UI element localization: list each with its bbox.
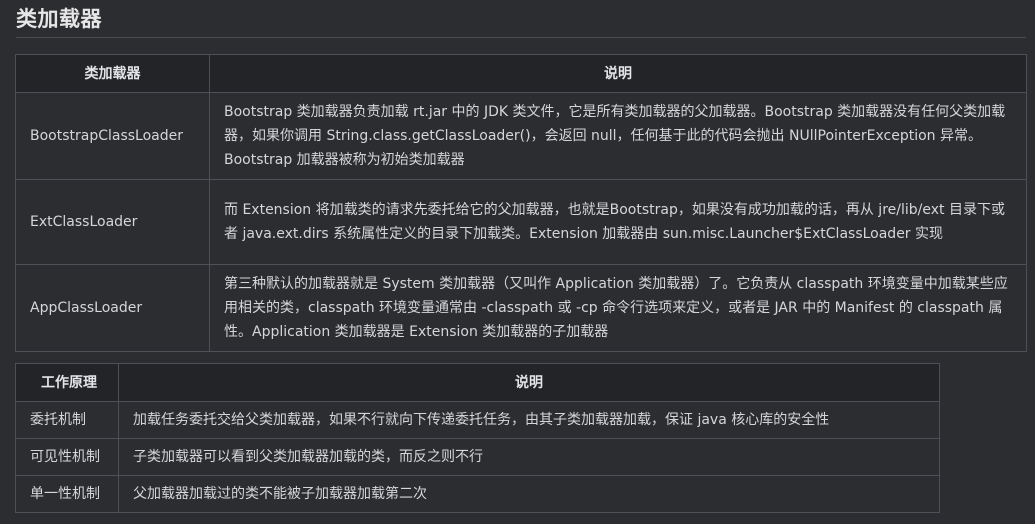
loader-name-cell: BootstrapClassLoader [15,92,210,180]
principle-name-cell: 委托机制 [15,401,119,439]
principle-description-cell: 父加载器加载过的类不能被子加载器加载第二次 [118,475,940,513]
column-header-principle: 工作原理 [15,363,119,402]
loader-description-cell: 而 Extension 将加载类的请求先委托给它的父加载器，也就是Bootstr… [209,179,1027,265]
loader-name-cell: AppClassLoader [15,264,210,352]
principle-name-cell: 单一性机制 [15,475,119,513]
table-row: AppClassLoader 第三种默认的加载器就是 System 类加载器（又… [15,264,1027,352]
table-header-row: 类加载器 说明 [15,54,1027,93]
class-loaders-table: 类加载器 说明 BootstrapClassLoader Bootstrap 类… [15,54,1027,352]
title-divider [16,37,1026,38]
principle-name-cell: 可见性机制 [15,438,119,476]
table-row: ExtClassLoader 而 Extension 将加载类的请求先委托给它的… [15,179,1027,265]
working-principles-table: 工作原理 说明 委托机制 加载任务委托交给父类加载器，如果不行就向下传递委托任务… [15,363,940,513]
page-title: 类加载器 [16,7,102,31]
table-header-row: 工作原理 说明 [15,363,940,402]
table-row: 可见性机制 子类加载器可以看到父类加载器加载的类，而反之则不行 [15,438,940,476]
page: 类加载器 类加载器 说明 BootstrapClassLoader Bootst… [0,0,1035,524]
principle-description-cell: 子类加载器可以看到父类加载器加载的类，而反之则不行 [118,438,940,476]
loader-description-cell: 第三种默认的加载器就是 System 类加载器（又叫作 Application … [209,264,1027,352]
principle-description-cell: 加载任务委托交给父类加载器，如果不行就向下传递委托任务，由其子类加载器加载，保证… [118,401,940,439]
table-row: 委托机制 加载任务委托交给父类加载器，如果不行就向下传递委托任务，由其子类加载器… [15,401,940,439]
column-header-description: 说明 [118,363,940,402]
loader-name-cell: ExtClassLoader [15,179,210,265]
table-row: BootstrapClassLoader Bootstrap 类加载器负责加载 … [15,92,1027,180]
loader-description-cell: Bootstrap 类加载器负责加载 rt.jar 中的 JDK 类文件，它是所… [209,92,1027,180]
column-header-description: 说明 [209,54,1027,93]
table-row: 单一性机制 父加载器加载过的类不能被子加载器加载第二次 [15,475,940,513]
column-header-loader: 类加载器 [15,54,210,93]
